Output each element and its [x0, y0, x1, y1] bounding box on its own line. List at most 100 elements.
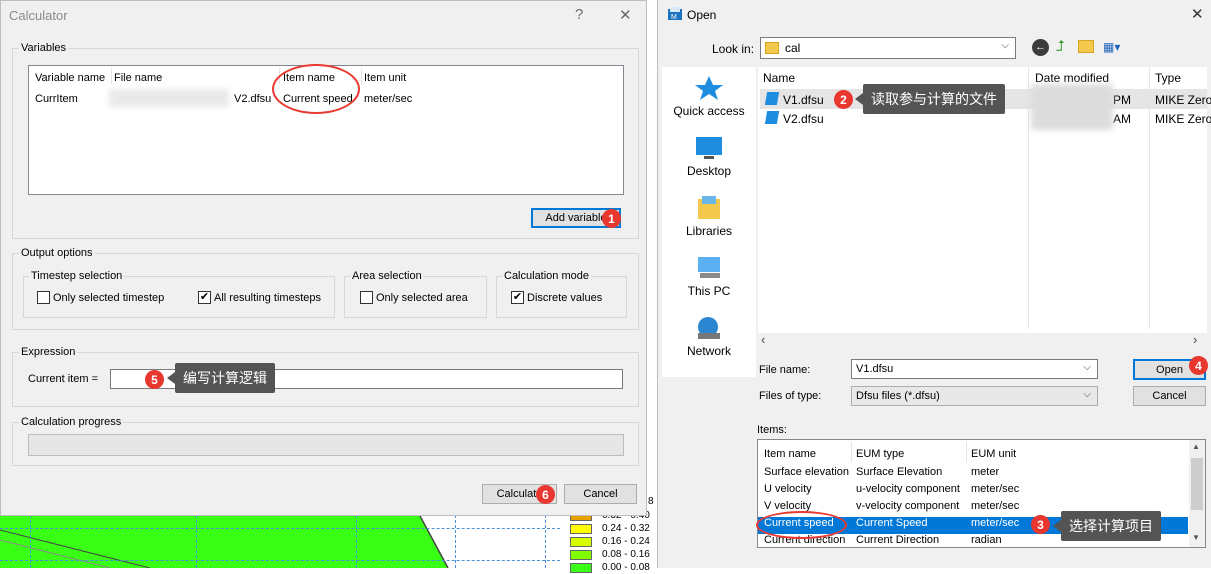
- svg-text:M: M: [671, 14, 677, 21]
- only-selected-timestep-checkbox[interactable]: Only selected timestep: [37, 291, 164, 304]
- desktop-item[interactable]: Desktop: [663, 135, 755, 178]
- network-icon: [694, 315, 724, 341]
- calculation-mode-label: Calculation mode: [502, 270, 591, 282]
- item-row[interactable]: U velocity u-velocity component meter/se…: [758, 483, 1188, 500]
- area-selection-label: Area selection: [350, 270, 424, 282]
- calculator-window: Calculator ? ✕ Variables Variable name F…: [0, 0, 647, 516]
- files-of-type-label: Files of type:: [759, 390, 822, 402]
- items-label: Items:: [757, 424, 787, 436]
- look-in-label: Look in:: [712, 42, 755, 56]
- checkbox-box[interactable]: [37, 291, 50, 304]
- column-header-variable-name[interactable]: Variable name: [35, 72, 105, 84]
- file-type-cell: MIKE Zero: [1155, 112, 1211, 126]
- folder-icon: [765, 42, 779, 54]
- legend-value: 8: [648, 496, 654, 507]
- scrollbar-thumb[interactable]: [1191, 458, 1203, 510]
- star-icon: [694, 75, 724, 101]
- item-row[interactable]: Surface elevation Surface Elevation mete…: [758, 466, 1188, 483]
- only-selected-area-checkbox[interactable]: Only selected area: [360, 291, 468, 304]
- chevron-down-icon: ⌵: [1083, 362, 1091, 373]
- quick-access-item[interactable]: Quick access: [663, 75, 755, 118]
- legend-swatch: [570, 563, 592, 573]
- file-name-cell[interactable]: V2.dfsu: [783, 112, 824, 126]
- dfsu-file-icon: [764, 92, 780, 105]
- items-header-eum-unit[interactable]: EUM unit: [971, 448, 1016, 460]
- up-folder-icon[interactable]: ⮥: [1056, 38, 1065, 55]
- column-header-file-name[interactable]: File name: [114, 72, 162, 84]
- legend-value: 0.08 - 0.16: [602, 549, 650, 560]
- timestep-selection-label: Timestep selection: [29, 270, 125, 282]
- step-badge: 4: [1189, 356, 1208, 375]
- open-dialog: M Open ✕ Look in: cal ⌵ ← ⮥ ▦▾ Quick acc…: [657, 0, 1211, 568]
- step-badge: 2: [834, 90, 853, 109]
- open-dialog-icon: M: [667, 6, 683, 22]
- file-date-cell: AM: [1113, 112, 1131, 126]
- output-options-label: Output options: [19, 247, 95, 259]
- scroll-down-icon[interactable]: ▼: [1192, 533, 1200, 542]
- libraries-item[interactable]: Libraries: [663, 195, 755, 238]
- this-pc-item[interactable]: This PC: [663, 255, 755, 298]
- column-header-name[interactable]: Name: [763, 71, 796, 85]
- highlight-ellipse: [756, 511, 847, 539]
- step-badge: 1: [602, 209, 621, 228]
- progress-label: Calculation progress: [19, 416, 124, 428]
- progress-bar: [28, 434, 624, 456]
- current-item-label: Current item =: [28, 373, 98, 385]
- help-button[interactable]: ?: [575, 6, 583, 23]
- look-in-dropdown[interactable]: cal ⌵: [760, 37, 1016, 59]
- checkmark-icon[interactable]: ✔: [198, 291, 211, 304]
- legend-swatch: [570, 550, 592, 560]
- items-header-name[interactable]: Item name: [764, 448, 816, 460]
- all-resulting-timesteps-checkbox[interactable]: ✔ All resulting timesteps: [198, 291, 321, 304]
- annotation-callout: 读取参与计算的文件: [855, 84, 1005, 114]
- window-title: Calculator: [9, 8, 68, 23]
- annotation-callout: 编写计算逻辑: [167, 363, 275, 393]
- scroll-left-icon[interactable]: ‹: [761, 332, 765, 347]
- view-menu-icon[interactable]: ▦▾: [1103, 40, 1120, 54]
- file-name-cell: V2.dfsu: [234, 93, 272, 105]
- chevron-down-icon: ⌵: [1083, 389, 1091, 400]
- network-item[interactable]: Network: [663, 315, 755, 358]
- column-header-date-modified[interactable]: Date modified: [1035, 71, 1110, 85]
- libraries-icon: [694, 195, 724, 221]
- new-folder-icon[interactable]: [1078, 40, 1094, 53]
- step-badge: 3: [1031, 515, 1050, 534]
- column-header-item-unit[interactable]: Item unit: [364, 72, 406, 84]
- look-in-value: cal: [785, 41, 801, 55]
- legend-value: 0.16 - 0.24: [602, 536, 650, 547]
- variables-group-label: Variables: [19, 42, 69, 54]
- checkmark-icon[interactable]: ✔: [511, 291, 524, 304]
- file-name-cell[interactable]: V1.dfsu: [783, 93, 824, 107]
- checkbox-box[interactable]: [360, 291, 373, 304]
- step-badge: 6: [536, 485, 555, 504]
- chevron-down-icon: ⌵: [1001, 40, 1009, 51]
- blurred-dates: [1031, 84, 1113, 130]
- desktop-icon: [694, 135, 724, 161]
- legend-swatch: [570, 537, 592, 547]
- horizontal-scrollbar[interactable]: [758, 333, 1207, 347]
- back-icon[interactable]: ←: [1032, 39, 1049, 56]
- cancel-button[interactable]: Cancel: [564, 484, 637, 504]
- expression-label: Expression: [19, 346, 78, 358]
- variable-name-cell: CurrItem: [35, 93, 78, 105]
- file-name-input[interactable]: V1.dfsu ⌵: [851, 359, 1098, 379]
- computer-icon: [694, 255, 724, 281]
- items-header-eum-type[interactable]: EUM type: [856, 448, 904, 460]
- item-unit-cell: meter/sec: [364, 93, 413, 105]
- file-type-cell: MIKE Zero: [1155, 93, 1211, 107]
- cancel-button[interactable]: Cancel: [1133, 386, 1206, 406]
- dfsu-file-icon: [764, 111, 780, 124]
- legend-value: 0.24 - 0.32: [602, 523, 650, 534]
- legend-swatch: [570, 524, 592, 534]
- close-button[interactable]: ✕: [619, 6, 632, 24]
- step-badge: 5: [145, 370, 164, 389]
- discrete-values-checkbox[interactable]: ✔ Discrete values: [511, 291, 602, 304]
- scroll-right-icon[interactable]: ›: [1193, 332, 1197, 347]
- window-title: Open: [687, 8, 717, 22]
- close-button[interactable]: ✕: [1191, 5, 1204, 23]
- highlight-ellipse: [272, 64, 360, 114]
- scroll-up-icon[interactable]: ▲: [1192, 442, 1200, 451]
- column-header-type[interactable]: Type: [1155, 71, 1182, 85]
- vertical-scrollbar[interactable]: ▲ ▼: [1189, 440, 1205, 547]
- files-of-type-dropdown[interactable]: Dfsu files (*.dfsu) ⌵: [851, 386, 1098, 406]
